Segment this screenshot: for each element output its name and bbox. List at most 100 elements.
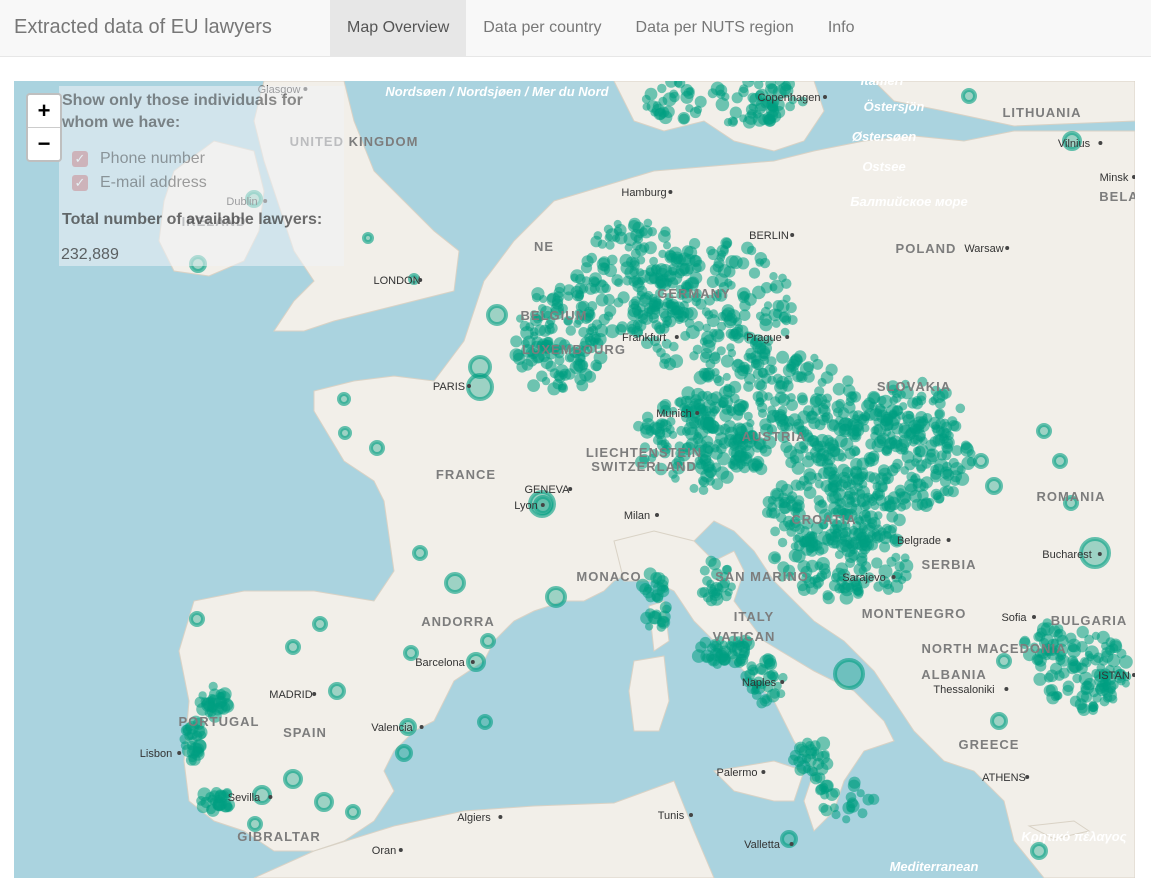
lawyer-marker[interactable] <box>785 302 797 314</box>
lawyer-marker-cluster[interactable] <box>1036 423 1052 439</box>
lawyer-marker[interactable] <box>753 378 766 390</box>
lawyer-marker[interactable] <box>707 653 721 667</box>
lawyer-marker[interactable] <box>844 488 856 499</box>
lawyer-marker[interactable] <box>759 318 773 332</box>
lawyer-marker-cluster[interactable] <box>486 304 508 326</box>
lawyer-marker[interactable] <box>670 251 684 265</box>
lawyer-marker-cluster[interactable] <box>369 440 385 456</box>
lawyer-marker[interactable] <box>711 478 724 490</box>
lawyer-marker[interactable] <box>1076 662 1088 674</box>
lawyer-marker[interactable] <box>848 391 857 400</box>
lawyer-marker-cluster[interactable] <box>985 477 1003 495</box>
lawyer-marker[interactable] <box>757 367 768 378</box>
lawyer-marker[interactable] <box>709 328 718 338</box>
lawyer-marker[interactable] <box>925 439 937 452</box>
lawyer-marker[interactable] <box>603 293 615 306</box>
lawyer-marker[interactable] <box>698 485 709 496</box>
lawyer-marker[interactable] <box>1074 698 1087 711</box>
lawyer-marker[interactable] <box>848 445 860 457</box>
lawyer-marker[interactable] <box>692 433 704 445</box>
lawyer-marker[interactable] <box>586 252 598 264</box>
lawyer-marker-cluster[interactable] <box>961 88 977 104</box>
lawyer-marker[interactable] <box>741 241 754 255</box>
lawyer-marker[interactable] <box>772 319 781 328</box>
lawyer-marker[interactable] <box>739 84 749 94</box>
lawyer-marker[interactable] <box>646 100 659 113</box>
lawyer-marker[interactable] <box>956 465 966 475</box>
lawyer-marker[interactable] <box>760 306 771 317</box>
lawyer-marker[interactable] <box>767 495 777 505</box>
lawyer-marker[interactable] <box>759 257 771 269</box>
lawyer-marker-cluster[interactable] <box>314 792 334 812</box>
lawyer-marker[interactable] <box>684 307 698 321</box>
lawyer-marker-cluster[interactable] <box>990 712 1008 730</box>
lawyer-marker[interactable] <box>520 326 534 340</box>
lawyer-marker-cluster[interactable] <box>328 682 346 700</box>
lawyer-marker[interactable] <box>1072 673 1082 684</box>
lawyer-marker-cluster[interactable] <box>996 653 1012 669</box>
lawyer-marker[interactable] <box>624 266 638 280</box>
lawyer-marker[interactable] <box>689 254 701 267</box>
lawyer-marker[interactable] <box>662 320 671 329</box>
lawyer-marker[interactable] <box>534 324 546 336</box>
lawyer-marker[interactable] <box>785 457 797 469</box>
lawyer-marker[interactable] <box>616 321 628 333</box>
lawyer-marker[interactable] <box>698 476 708 486</box>
lawyer-marker-cluster[interactable] <box>466 373 494 401</box>
lawyer-marker[interactable] <box>613 297 624 308</box>
lawyer-marker[interactable] <box>721 237 732 248</box>
lawyer-marker[interactable] <box>706 579 715 588</box>
lawyer-marker[interactable] <box>862 793 875 806</box>
lawyer-marker[interactable] <box>711 406 720 415</box>
lawyer-marker[interactable] <box>781 278 792 289</box>
lawyer-marker-cluster[interactable] <box>312 616 328 632</box>
lawyer-marker[interactable] <box>1105 637 1116 648</box>
lawyer-marker[interactable] <box>857 808 868 819</box>
lawyer-marker[interactable] <box>565 325 576 336</box>
lawyer-marker[interactable] <box>790 479 802 491</box>
lawyer-marker[interactable] <box>874 489 884 499</box>
lawyer-marker[interactable] <box>842 815 851 824</box>
lawyer-marker[interactable] <box>605 240 615 250</box>
lawyer-marker[interactable] <box>776 350 790 364</box>
lawyer-marker[interactable] <box>638 294 651 307</box>
lawyer-marker[interactable] <box>770 526 780 537</box>
lawyer-marker[interactable] <box>689 483 699 493</box>
lawyer-marker[interactable] <box>580 262 593 274</box>
lawyer-marker[interactable] <box>541 376 551 386</box>
lawyer-marker[interactable] <box>815 546 825 556</box>
lawyer-marker[interactable] <box>636 268 645 277</box>
lawyer-marker-cluster[interactable] <box>283 769 303 789</box>
lawyer-marker[interactable] <box>809 746 820 757</box>
lawyer-marker-cluster[interactable] <box>973 453 989 469</box>
lawyer-marker[interactable] <box>572 289 584 302</box>
lawyer-marker[interactable] <box>894 561 905 572</box>
lawyer-marker[interactable] <box>769 272 778 281</box>
lawyer-marker[interactable] <box>786 393 796 402</box>
lawyer-marker[interactable] <box>831 572 841 583</box>
lawyer-marker-cluster[interactable] <box>285 639 301 655</box>
lawyer-marker[interactable] <box>912 478 927 493</box>
lawyer-marker[interactable] <box>864 471 876 483</box>
lawyer-marker[interactable] <box>812 358 824 370</box>
lawyer-marker[interactable] <box>775 379 786 390</box>
lawyer-marker[interactable] <box>934 408 946 420</box>
lawyer-marker[interactable] <box>601 283 611 293</box>
lawyer-marker[interactable] <box>916 395 927 406</box>
lawyer-marker[interactable] <box>832 382 846 396</box>
lawyer-marker[interactable] <box>516 361 528 373</box>
lawyer-marker[interactable] <box>886 496 901 511</box>
lawyer-marker[interactable] <box>614 278 623 288</box>
lawyer-marker[interactable] <box>716 346 726 356</box>
lawyer-marker[interactable] <box>794 532 805 543</box>
lawyer-marker[interactable] <box>818 802 829 813</box>
lawyer-marker[interactable] <box>680 330 691 341</box>
lawyer-marker[interactable] <box>901 450 915 464</box>
lawyer-marker[interactable] <box>881 445 893 457</box>
lawyer-marker[interactable] <box>652 343 662 353</box>
lawyer-marker[interactable] <box>702 371 712 381</box>
lawyer-marker[interactable] <box>803 371 815 383</box>
lawyer-marker[interactable] <box>674 268 685 279</box>
lawyer-marker[interactable] <box>1033 672 1047 686</box>
lawyer-marker[interactable] <box>756 697 768 709</box>
